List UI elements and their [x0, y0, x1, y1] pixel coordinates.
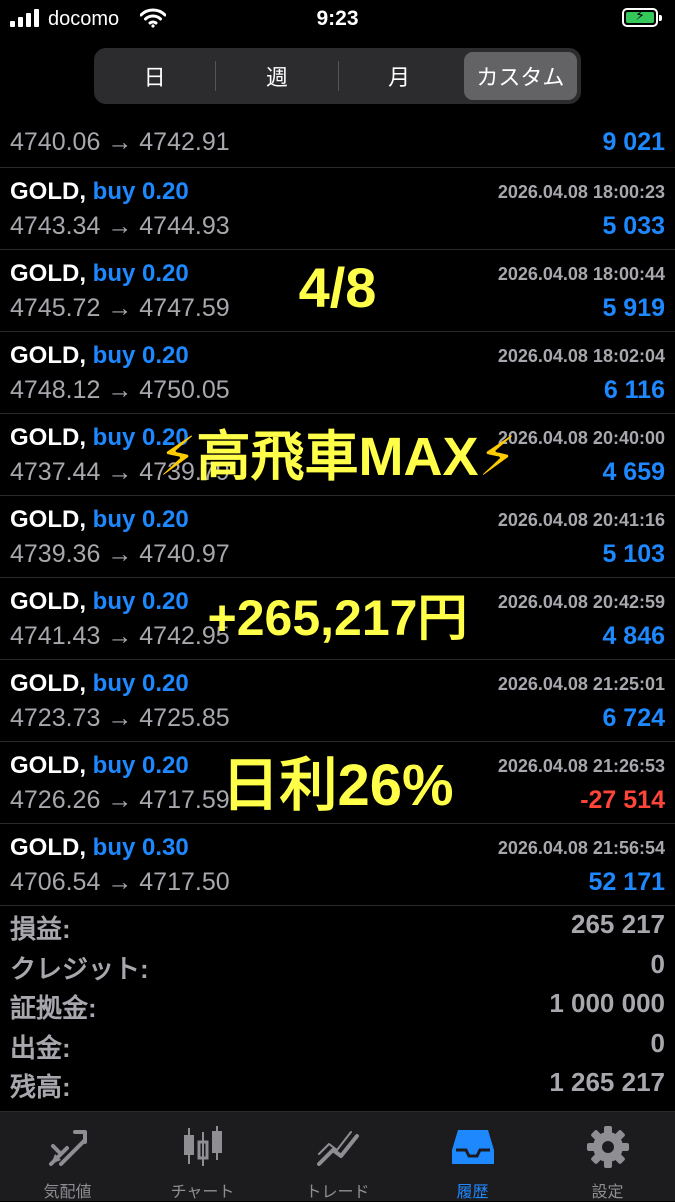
trade-price: 4740.06 → 4742.91 [10, 128, 230, 156]
symbol-text: GOLD, [10, 342, 86, 369]
trade-time: 2026.04.08 20:41:16 [497, 510, 665, 530]
summary-value: 1 265 217 [549, 1067, 665, 1097]
list-item[interactable]: 4740.06 → 4742.91 9 021 [0, 108, 675, 168]
tab-custom[interactable]: カスタム [463, 52, 577, 100]
symbol-text: GOLD, [10, 178, 86, 205]
symbol-text: GOLD, [10, 506, 86, 533]
period-segmented-control: 日 週 月 カスタム [94, 48, 581, 104]
trade-profit: 52 171 [588, 868, 665, 896]
trade-symbol: GOLD, buy 0.20 [10, 506, 189, 534]
summary-row-balance: 残高: 1 265 217 [0, 1063, 675, 1103]
overlay-date: 4/8 [298, 256, 377, 319]
bottom-tab-bar: 気配値 チャート トレード 履歴 設定 [0, 1111, 675, 1201]
overlay-amount: +265,217円 [207, 590, 468, 646]
tab-chart[interactable]: チャート [135, 1112, 270, 1201]
battery-charging-icon: ⚡ [622, 7, 662, 27]
status-time: 9:23 [316, 7, 359, 30]
tab-divider [215, 61, 217, 91]
trade-side: buy 0.20 [92, 506, 189, 533]
symbol-text: GOLD, [10, 670, 86, 697]
overlay-rate: 日利26% [221, 753, 454, 818]
tab-label: チャート [170, 1184, 235, 1201]
lightning-icon: ⚡ [478, 427, 517, 487]
trade-profit: 6 724 [602, 704, 665, 732]
trade-time: 2026.04.08 21:25:01 [497, 674, 665, 694]
summary-label: 出金: [10, 1032, 71, 1063]
trade-side: buy 0.20 [92, 178, 189, 205]
trade-price: 4739.36 → 4740.97 [10, 540, 230, 568]
quotes-icon [48, 1130, 87, 1166]
trade-profit: 9 021 [602, 128, 665, 156]
history-icon [451, 1130, 494, 1164]
symbol-text: GOLD, [10, 834, 86, 861]
tab-label: 気配値 [43, 1184, 92, 1201]
trade-price: 4723.73 → 4725.85 [10, 704, 230, 732]
summary-row-credit: クレジット: 0 [0, 945, 675, 985]
trade-price: 4748.12 → 4750.05 [10, 376, 230, 404]
trade-side: buy 0.30 [92, 834, 189, 861]
account-summary: 損益: 265 217 クレジット: 0 証拠金: 1 000 000 出金: … [0, 905, 675, 1103]
settings-icon [586, 1126, 629, 1168]
list-item[interactable]: GOLD, buy 0.20 2026.04.08 18:02:04 4748.12… [0, 332, 675, 414]
trade-profit: 6 116 [603, 376, 665, 404]
summary-value: 0 [650, 948, 665, 979]
summary-label: 損益: [10, 914, 71, 944]
list-item[interactable]: GOLD, buy 0.20 2026.04.08 21:25:01 4723.73… [0, 660, 675, 742]
tab-day[interactable]: 日 [98, 52, 211, 100]
tab-settings[interactable]: 設定 [540, 1112, 675, 1201]
trade-profit: 5 103 [602, 540, 665, 568]
summary-value: 265 217 [571, 909, 665, 939]
tab-week[interactable]: 週 [220, 52, 333, 100]
lightning-icon: ⚡ [158, 427, 197, 487]
tab-month[interactable]: 月 [343, 52, 456, 100]
tab-label: トレード [305, 1184, 370, 1201]
summary-value: 1 000 000 [549, 988, 665, 1018]
tab-quotes[interactable]: 気配値 [0, 1112, 135, 1201]
trade-time: 2026.04.08 18:02:04 [497, 346, 665, 366]
summary-value: 0 [650, 1027, 665, 1058]
trade-side: buy 0.20 [92, 342, 189, 369]
trade-time: 2026.04.08 18:00:23 [497, 182, 665, 202]
trade-side: buy 0.20 [92, 670, 189, 697]
summary-label: 残高: [10, 1072, 71, 1102]
trade-symbol: GOLD, buy 0.20 [10, 670, 189, 698]
trade-symbol: GOLD, buy 0.30 [10, 834, 189, 862]
trade-price: 4743.34 → 4744.93 [10, 212, 230, 240]
trade-symbol: GOLD, buy 0.20 [10, 342, 189, 370]
tab-history[interactable]: 履歴 [405, 1112, 540, 1201]
list-item[interactable]: GOLD, buy 0.20 2026.04.08 20:41:16 4739.36… [0, 496, 675, 578]
tab-label: 設定 [591, 1184, 624, 1201]
summary-row-profit: 損益: 265 217 [0, 905, 675, 945]
trade-time: 2026.04.08 21:56:54 [497, 838, 665, 858]
list-item[interactable]: GOLD, buy 0.30 2026.04.08 21:56:54 4706.54… [0, 824, 675, 906]
summary-label: クレジット: [10, 953, 149, 984]
tab-label: 履歴 [456, 1184, 489, 1201]
summary-row-deposit: 証拠金: 1 000 000 [0, 984, 675, 1024]
chart-icon [183, 1126, 222, 1166]
summary-label: 証拠金: [10, 993, 97, 1023]
overlay-headline-line: ⚡高飛車MAX⚡ [0, 412, 675, 491]
overlay-headline: 高飛車MAX [196, 427, 479, 487]
tab-divider [337, 61, 339, 91]
trade-symbol: GOLD, buy 0.20 [10, 178, 189, 206]
list-item[interactable]: GOLD, buy 0.20 2026.04.08 18:00:23 4743.34… [0, 168, 675, 250]
trade-profit: 5 033 [602, 212, 665, 240]
trade-price: 4706.54 → 4717.50 [10, 868, 230, 896]
status-bar: docomo 9:23 ⚡ [0, 0, 675, 40]
tab-trade[interactable]: トレード [270, 1112, 405, 1201]
summary-row-withdrawal: 出金: 0 [0, 1024, 675, 1064]
trade-icon [316, 1131, 359, 1166]
